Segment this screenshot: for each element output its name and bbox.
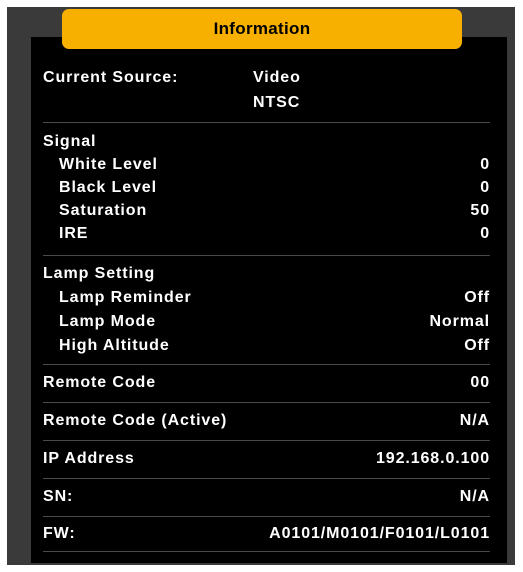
saturation-value: 50 (470, 202, 490, 219)
divider (43, 402, 490, 403)
white-level-value: 0 (480, 156, 490, 173)
sn-row: SN: N/A (43, 485, 490, 509)
lamp-mode-row: Lamp Mode Normal (43, 310, 490, 334)
remote-code-active-row: Remote Code (Active) N/A (43, 409, 490, 433)
divider (43, 364, 490, 365)
ire-row: IRE 0 (43, 222, 490, 246)
lamp-reminder-row: Lamp Reminder Off (43, 286, 490, 310)
current-source-label: Current Source: (43, 69, 179, 86)
current-source-row: Current Source: Video (43, 66, 490, 90)
menu-title-tab: Information (62, 9, 462, 49)
white-level-row: White Level 0 (43, 153, 490, 177)
remote-code-active-value: N/A (459, 412, 490, 429)
saturation-label: Saturation (59, 202, 148, 219)
high-altitude-row: High Altitude Off (43, 334, 490, 358)
black-level-row: Black Level 0 (43, 176, 490, 200)
lamp-reminder-value: Off (464, 289, 490, 306)
white-level-label: White Level (59, 156, 158, 173)
black-level-value: 0 (480, 179, 490, 196)
saturation-row: Saturation 50 (43, 199, 490, 223)
signal-heading: Signal (43, 133, 97, 150)
divider (43, 516, 490, 517)
remote-code-row: Remote Code 00 (43, 371, 490, 395)
ip-address-row: IP Address 192.168.0.100 (43, 447, 490, 471)
high-altitude-value: Off (464, 337, 490, 354)
remote-code-active-label: Remote Code (Active) (43, 412, 228, 429)
current-source-value: Video (253, 69, 301, 86)
current-source-format-row: NTSC (43, 91, 490, 115)
signal-heading-row: Signal (43, 130, 490, 154)
fw-label: FW: (43, 525, 76, 542)
divider (43, 440, 490, 441)
lamp-mode-value: Normal (429, 313, 490, 330)
remote-code-label: Remote Code (43, 374, 157, 391)
divider (43, 551, 490, 552)
lamp-mode-label: Lamp Mode (59, 313, 156, 330)
ip-address-value: 192.168.0.100 (375, 450, 490, 467)
divider (43, 122, 490, 123)
divider (43, 255, 490, 256)
black-level-label: Black Level (59, 179, 157, 196)
ip-address-label: IP Address (43, 450, 135, 467)
sn-value: N/A (459, 488, 490, 505)
fw-value: A0101/M0101/F0101/L0101 (269, 525, 490, 542)
lamp-heading-row: Lamp Setting (43, 262, 490, 286)
lamp-reminder-label: Lamp Reminder (59, 289, 192, 306)
current-source-format: NTSC (253, 94, 301, 111)
ire-value: 0 (480, 225, 490, 242)
high-altitude-label: High Altitude (59, 337, 170, 354)
menu-title: Information (213, 19, 311, 38)
sn-label: SN: (43, 488, 74, 505)
fw-row: FW: A0101/M0101/F0101/L0101 (43, 522, 490, 546)
remote-code-value: 00 (470, 374, 490, 391)
lamp-setting-heading: Lamp Setting (43, 265, 156, 282)
divider (43, 478, 490, 479)
ire-label: IRE (59, 225, 89, 242)
